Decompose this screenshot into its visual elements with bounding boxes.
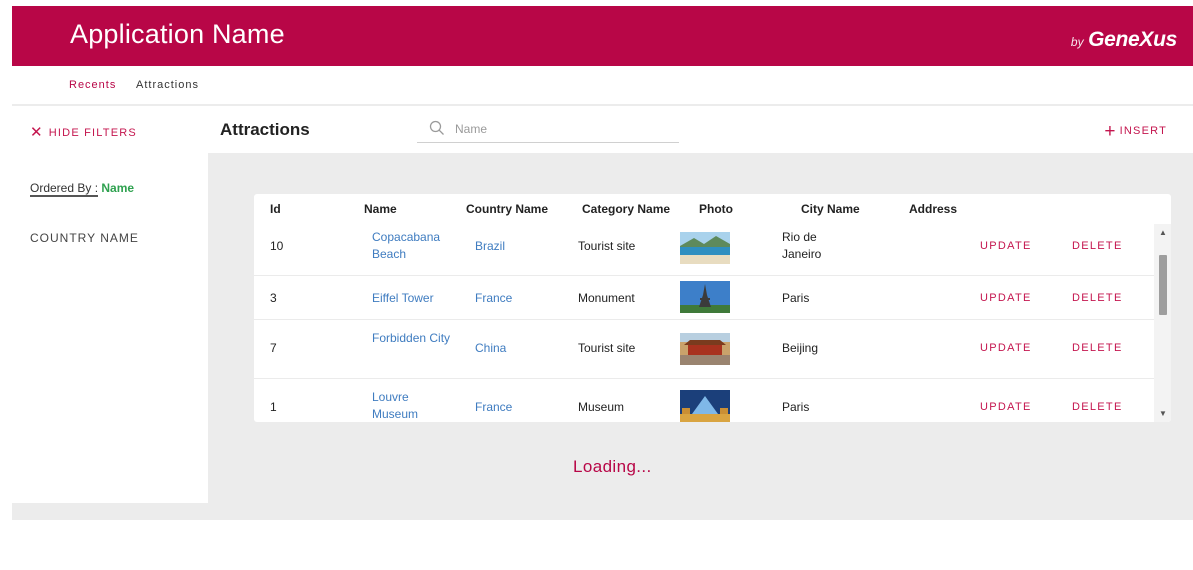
forbidden-city-photo-icon: [680, 333, 730, 365]
loading-indicator: Loading...: [573, 457, 652, 476]
cell-country-link[interactable]: China: [475, 340, 506, 357]
cell-name-link[interactable]: Louvre Museum: [372, 389, 456, 422]
cell-id: 10: [270, 239, 284, 253]
search-input[interactable]: [455, 118, 670, 140]
brand-name: GeneXus: [1088, 28, 1177, 51]
page-title: Attractions: [220, 120, 310, 139]
cell-country-link[interactable]: France: [475, 290, 512, 307]
update-button[interactable]: UPDATE: [980, 401, 1032, 413]
delete-button[interactable]: DELETE: [1072, 342, 1123, 354]
country-name-filter[interactable]: COUNTRY NAME: [30, 231, 139, 245]
column-header-id[interactable]: Id: [270, 202, 281, 216]
cell-category: Tourist site: [578, 239, 636, 253]
toolbar: ✕ HIDE FILTERS Attractions +INSERT: [12, 106, 1193, 153]
cell-category: Museum: [578, 400, 625, 414]
cell-city: Rio de Janeiro: [782, 230, 822, 261]
scroll-down-arrow-icon[interactable]: ▼: [1159, 409, 1167, 418]
attractions-grid: Id Name Country Name Category Name Photo…: [254, 194, 1171, 422]
cell-country-link[interactable]: France: [475, 399, 512, 416]
breadcrumb-recents[interactable]: Recents: [69, 79, 116, 91]
hide-filters-button[interactable]: ✕ HIDE FILTERS: [30, 123, 137, 141]
table-row[interactable]: 7 Forbidden City China Tourist site Beij…: [254, 320, 1154, 379]
brand-logo: by GeneXus: [1071, 28, 1177, 52]
column-header-photo[interactable]: Photo: [699, 202, 733, 216]
scroll-up-arrow-icon[interactable]: ▲: [1159, 228, 1167, 237]
cell-name-link[interactable]: Forbidden City: [372, 330, 456, 347]
cell-city: Beijing: [782, 341, 819, 355]
cell-category: Tourist site: [578, 341, 636, 355]
hide-filters-label: HIDE FILTERS: [48, 127, 137, 139]
cell-city: Paris: [782, 291, 810, 305]
ordered-by-value: Name: [101, 181, 135, 195]
brand-by: by: [1070, 35, 1084, 49]
insert-button[interactable]: + INSERT: [1104, 121, 1167, 143]
search-icon: [429, 120, 444, 135]
column-header-name[interactable]: Name: [364, 202, 397, 216]
breadcrumb: Recents Attractions: [12, 66, 1193, 104]
table-row[interactable]: 10 Copacabana Beach Brazil Tourist site …: [254, 224, 1154, 276]
cell-id: 3: [270, 291, 277, 305]
louvre-photo-icon: [680, 390, 730, 422]
grid-header: Id Name Country Name Category Name Photo…: [254, 194, 1171, 224]
table-row[interactable]: 3 Eiffel Tower France Monument Paris UPD…: [254, 276, 1154, 320]
update-button[interactable]: UPDATE: [980, 240, 1032, 252]
cell-id: 1: [270, 400, 277, 414]
filters-panel: Ordered By : Name COUNTRY NAME: [12, 153, 208, 503]
breadcrumb-attractions: Attractions: [136, 79, 199, 91]
update-button[interactable]: UPDATE: [980, 342, 1032, 354]
search-box: [417, 116, 679, 143]
cell-country-link[interactable]: Brazil: [475, 238, 505, 255]
beach-photo-icon: [680, 232, 730, 264]
delete-button[interactable]: DELETE: [1072, 292, 1123, 304]
grid-scrollbar[interactable]: ▲ ▼: [1154, 224, 1171, 422]
update-button[interactable]: UPDATE: [980, 292, 1032, 304]
column-header-address[interactable]: Address: [909, 202, 957, 216]
column-header-country-name[interactable]: Country Name: [466, 202, 548, 216]
delete-button[interactable]: DELETE: [1072, 401, 1123, 413]
app-title: Application Name: [70, 19, 285, 49]
cell-city: Paris: [782, 400, 810, 414]
insert-label: INSERT: [1119, 125, 1167, 137]
cell-name-link[interactable]: Copacabana Beach: [372, 229, 456, 263]
column-header-category-name[interactable]: Category Name: [582, 202, 670, 216]
app-frame: Application Name by GeneXus Recents Attr…: [12, 6, 1193, 520]
cell-category: Monument: [578, 291, 635, 305]
cell-name-link[interactable]: Eiffel Tower: [372, 290, 456, 307]
close-icon: ✕: [30, 124, 44, 141]
plus-icon: +: [1104, 121, 1117, 142]
app-header: Application Name by GeneXus: [12, 6, 1193, 66]
scrollbar-thumb[interactable]: [1159, 255, 1167, 315]
ordered-by-label: Ordered By :: [30, 181, 99, 197]
column-header-city-name[interactable]: City Name: [801, 202, 860, 216]
ordered-by[interactable]: Ordered By : Name: [30, 181, 135, 197]
country-name-filter-label: COUNTRY NAME: [30, 231, 139, 245]
eiffel-tower-photo-icon: [680, 281, 730, 313]
table-row[interactable]: 1 Louvre Museum France Museum Paris UPDA…: [254, 379, 1154, 422]
cell-id: 7: [270, 341, 277, 355]
delete-button[interactable]: DELETE: [1072, 240, 1123, 252]
